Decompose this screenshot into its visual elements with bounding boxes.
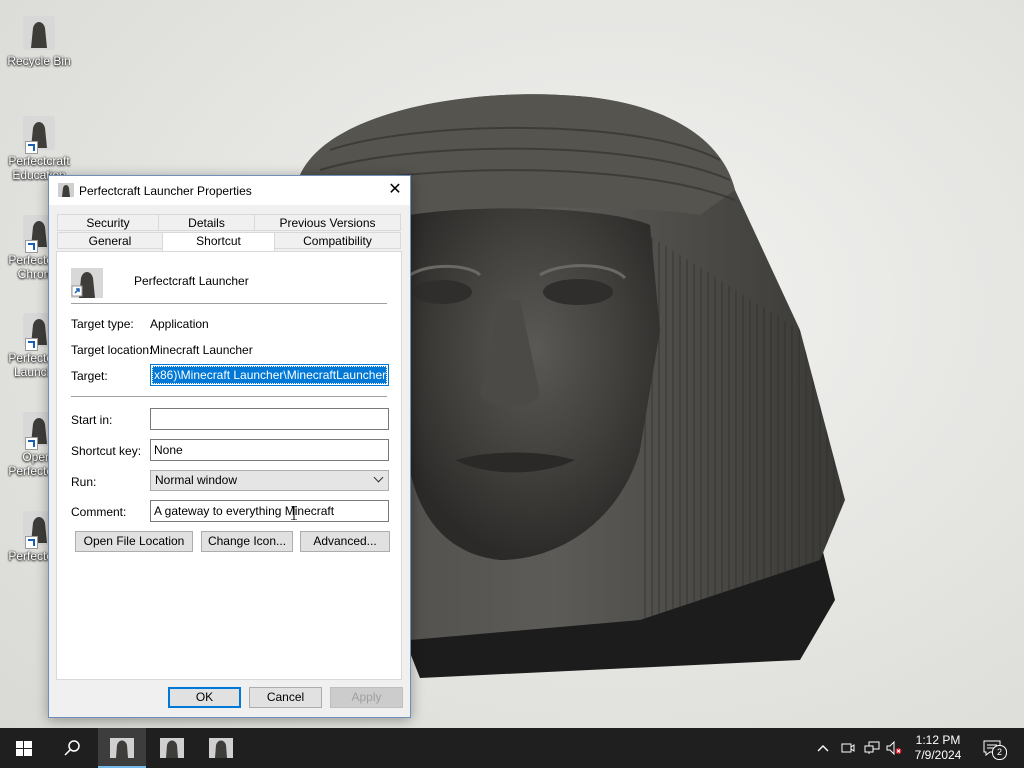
system-clock[interactable]: 1:12 PM 7/9/2024 <box>905 733 971 763</box>
network-icon[interactable] <box>864 741 880 755</box>
divider <box>71 396 387 397</box>
target-input-selection: x86)\Minecraft Launcher\MinecraftLaunche… <box>152 366 389 384</box>
perfectcraft-app-icon <box>110 738 134 758</box>
target-input[interactable]: x86)\Minecraft Launcher\MinecraftLaunche… <box>150 364 389 386</box>
tab-strip: Security Details Previous Versions Gener… <box>57 214 401 252</box>
change-icon-button[interactable]: Change Icon... <box>201 531 293 552</box>
desktop-icon-recycle-bin[interactable]: Recycle Bin <box>1 14 77 68</box>
shortcut-name: Perfectcraft Launcher <box>134 274 249 288</box>
perfectcraft-app-icon <box>19 114 59 154</box>
dialog-titlebar[interactable]: Perfectcraft Launcher Properties ✕ <box>49 176 410 205</box>
taskbar: 1:12 PM 7/9/2024 <box>0 728 1024 768</box>
tab-general[interactable]: General <box>57 232 163 249</box>
volume-muted-icon[interactable] <box>886 741 902 755</box>
perfectcraft-app-icon <box>58 183 74 197</box>
clock-time: 1:12 PM <box>915 733 961 747</box>
comment-label: Comment: <box>71 505 127 519</box>
run-select[interactable]: Normal window <box>150 470 389 491</box>
start-in-label: Start in: <box>71 413 113 427</box>
target-location-value: Minecraft Launcher <box>150 343 253 357</box>
shortcut-arrow-icon <box>25 141 38 154</box>
search-icon <box>64 740 80 756</box>
recycle-bin-icon <box>19 14 59 52</box>
search-button[interactable] <box>48 728 96 768</box>
target-type-label: Target type: <box>71 317 134 331</box>
windows-logo-icon <box>16 741 32 756</box>
divider <box>71 303 387 304</box>
tab-previous-versions[interactable]: Previous Versions <box>254 214 401 231</box>
perfectcraft-app-icon <box>71 268 103 298</box>
comment-input[interactable]: A gateway to everything Minecraft <box>150 500 389 522</box>
tab-security[interactable]: Security <box>57 214 159 231</box>
shortcut-key-input[interactable]: None <box>150 439 389 461</box>
taskbar-app-perfectcraft[interactable] <box>197 728 245 768</box>
meet-now-icon[interactable] <box>841 741 855 755</box>
start-in-input[interactable] <box>150 408 389 430</box>
target-location-label: Target location: <box>71 343 153 357</box>
shortcut-key-label: Shortcut key: <box>71 444 142 458</box>
advanced-button[interactable]: Advanced... <box>300 531 390 552</box>
apply-button[interactable]: Apply <box>330 687 403 708</box>
chevron-down-icon <box>373 472 384 483</box>
run-label: Run: <box>71 475 97 489</box>
dialog-title: Perfectcraft Launcher Properties <box>79 184 252 198</box>
shortcut-tab-panel: Perfectcraft Launcher Target type: Appli… <box>56 251 402 680</box>
notification-count-badge: 2 <box>992 745 1007 760</box>
run-select-value: Normal window <box>155 473 238 487</box>
tab-shortcut[interactable]: Shortcut <box>162 232 275 252</box>
open-file-location-button[interactable]: Open File Location <box>75 531 193 552</box>
target-type-value: Application <box>150 317 209 331</box>
chevron-up-icon[interactable] <box>817 744 829 752</box>
shortcut-arrow-icon <box>25 536 38 549</box>
clock-date: 7/9/2024 <box>914 748 962 762</box>
desktop-icon-perfectcraft-education[interactable]: Perfectcraft Education <box>1 114 77 182</box>
properties-dialog: Perfectcraft Launcher Properties ✕ Secur… <box>48 175 411 718</box>
taskbar-app-perfectcraft[interactable] <box>98 728 146 768</box>
start-button[interactable] <box>0 728 48 768</box>
ibeam-cursor-icon <box>291 506 297 520</box>
perfectcraft-app-icon <box>209 738 233 758</box>
perfectcraft-app-icon <box>160 738 184 758</box>
shortcut-arrow-icon <box>25 437 38 450</box>
tab-compatibility[interactable]: Compatibility <box>274 232 401 249</box>
shortcut-arrow-icon <box>25 338 38 351</box>
cancel-button[interactable]: Cancel <box>249 687 322 708</box>
target-label: Target: <box>71 369 108 383</box>
ok-button[interactable]: OK <box>168 687 241 708</box>
shortcut-arrow-icon <box>25 240 38 253</box>
taskbar-app-perfectcraft[interactable] <box>148 728 196 768</box>
desktop-icon-label: Recycle Bin <box>7 54 71 68</box>
tab-details[interactable]: Details <box>158 214 255 231</box>
close-button[interactable]: ✕ <box>380 176 410 205</box>
